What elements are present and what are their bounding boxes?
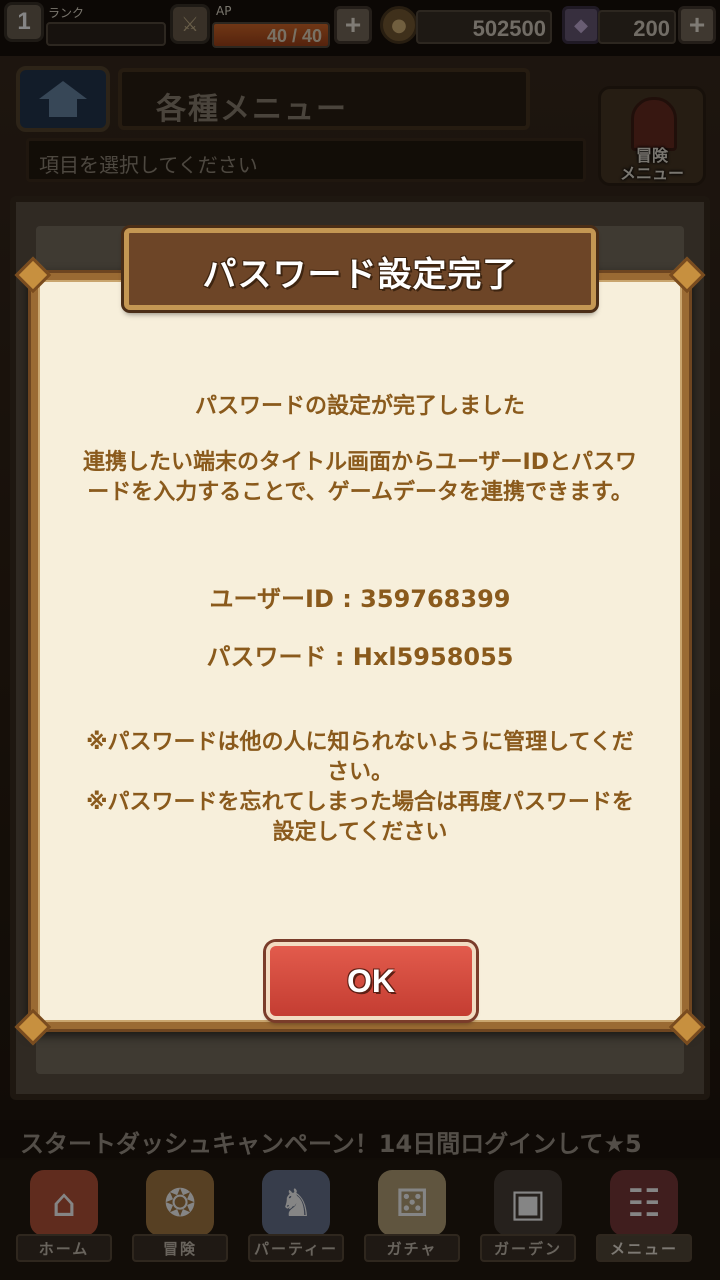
ok-button[interactable]: OK: [266, 942, 476, 1020]
password-complete-dialog: パスワードの設定が完了しました 連携したい端末のタイトル画面からユーザーIDとパ…: [14, 228, 706, 1046]
ok-button-label: OK: [347, 962, 395, 999]
password-notes: ※パスワードは他の人に知られないように管理してください。 ※パスワードを忘れてし…: [86, 730, 634, 845]
user-id-text: ユーザーID : 359768399: [209, 585, 511, 613]
password-text: パスワード : Hxl5958055: [206, 643, 514, 671]
completion-message: パスワードの設定が完了しました: [194, 394, 525, 419]
dialog-title: パスワード設定完了: [202, 255, 518, 295]
dialog-body: パスワードの設定が完了しました 連携したい端末のタイトル画面からユーザーIDとパ…: [38, 280, 682, 1022]
dialog-title-plate: パスワード設定完了: [124, 228, 596, 310]
link-instructions: 連携したい端末のタイトル画面からユーザーIDとパスワードを入力することで、ゲーム…: [82, 450, 637, 505]
